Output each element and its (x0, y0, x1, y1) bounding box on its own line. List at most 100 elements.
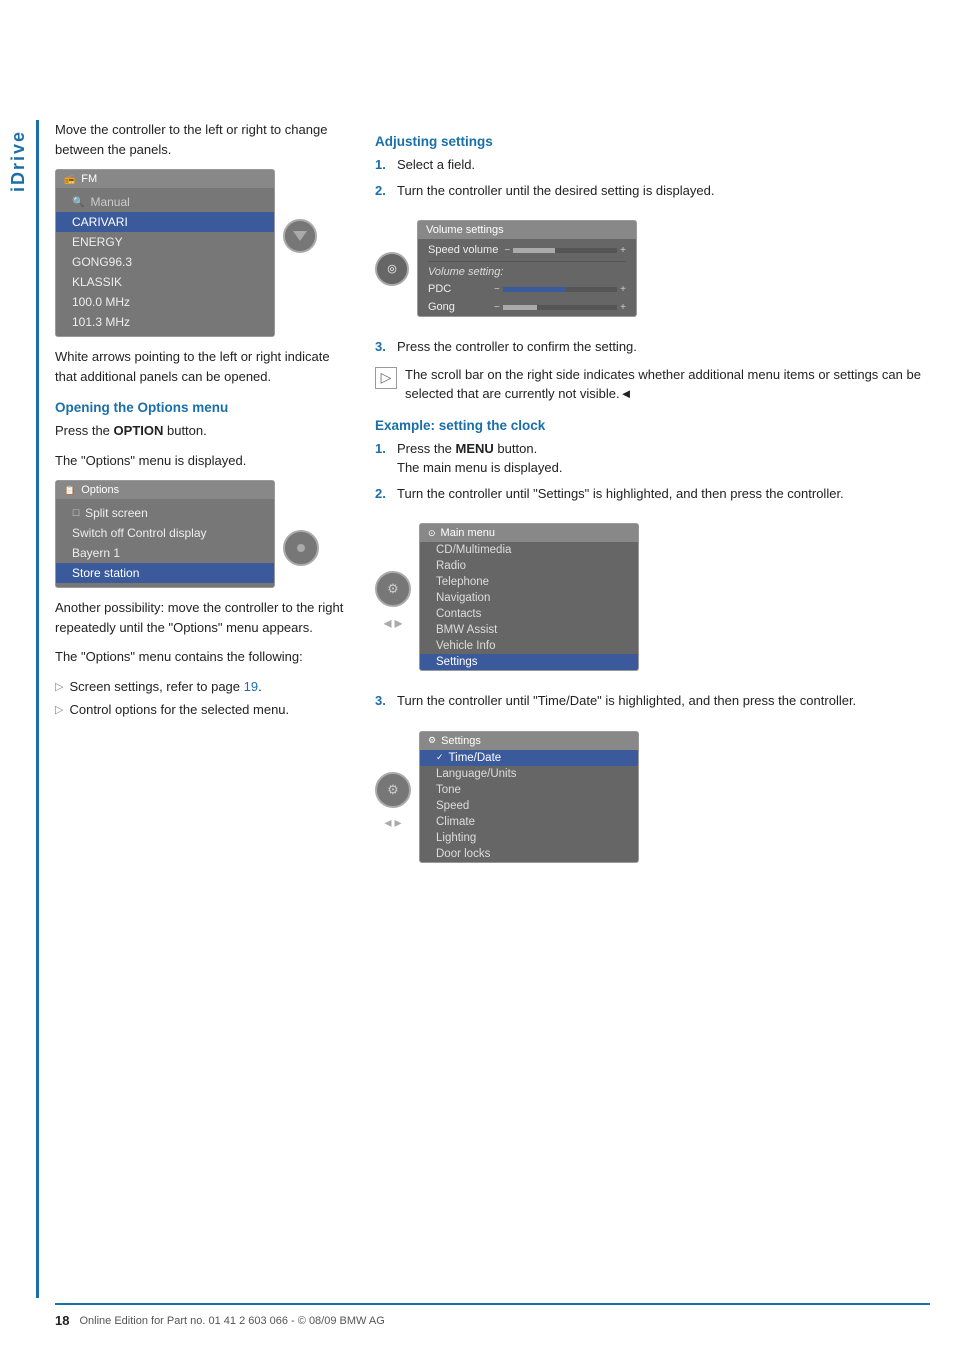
scroll-box-icon: ▷ (375, 367, 397, 389)
options-para1: Press the OPTION button. (55, 421, 345, 441)
volume-controller: ◎ (375, 252, 409, 286)
left-border-bar (36, 120, 39, 1298)
settings-row-timedate: ✓ Time/Date (420, 750, 638, 766)
menu-contacts: Contacts (420, 606, 638, 622)
intro-text: Move the controller to the left or right… (55, 120, 345, 159)
menu-vehicle-info: Vehicle Info (420, 638, 638, 654)
pdc-bar: − + (494, 284, 626, 295)
settings-row-lighting: Lighting (420, 830, 638, 846)
options-icon: 📋 (64, 485, 75, 496)
main-content: Move the controller to the left or right… (55, 0, 930, 883)
example-step-1: 1. Press the MENU button.The main menu i… (375, 439, 930, 478)
white-arrows-text: White arrows pointing to the left or rig… (55, 347, 345, 386)
fm-row-100: 100.0 MHz (56, 292, 274, 312)
volume-setting-label: Volume setting: (418, 264, 636, 280)
right-column: Adjusting settings 1. Select a field. 2.… (375, 120, 930, 883)
idrive-text: iDrive (8, 130, 29, 192)
options-section-title: Opening the Options menu (55, 400, 345, 415)
sidebar-label: iDrive (0, 120, 36, 1298)
bullet-arrow-1: ▷ (55, 679, 63, 696)
main-menu-header-label: Main menu (441, 527, 495, 539)
menu-bold-label: MENU (456, 441, 494, 456)
options-screen-header: 📋 Options (56, 481, 274, 499)
fm-header-label: FM (81, 173, 97, 185)
options-para2: The "Options" menu is displayed. (55, 451, 345, 471)
fm-controller (283, 219, 317, 253)
arrow-down-icon (293, 231, 307, 241)
settings-left-arrow: ◂ (384, 814, 391, 831)
settings-controller-area: ⚙ ◂ ▸ (375, 772, 411, 831)
bullet-item-1: ▷ Screen settings, refer to page 19. (55, 677, 345, 697)
gong-row: Gong − + (418, 298, 636, 316)
speed-bar (513, 248, 617, 253)
example-step-3: 3. Turn the controller until "Time/Date"… (375, 691, 930, 711)
main-menu-screen: ⊙ Main menu CD/Multimedia Radio Telephon… (419, 523, 639, 671)
example-step-1-text: Press the MENU button.The main menu is d… (397, 439, 562, 478)
volume-screen-wrap: ◎ Volume settings Speed volume − + Volum… (375, 210, 930, 327)
adjust-step-3-list: 3. Press the controller to confirm the s… (375, 337, 930, 357)
example-step-3-list: 3. Turn the controller until "Time/Date"… (375, 691, 930, 711)
controller-arrows: ◂ ▸ (383, 613, 402, 633)
option-bold-label: OPTION (114, 423, 164, 438)
settings-row-doorlocks: Door locks (420, 846, 638, 862)
fm-row-carivari: CARIVARI (56, 212, 274, 232)
scroll-note: The scroll bar on the right side indicat… (405, 365, 930, 404)
page-link[interactable]: 19 (244, 679, 258, 694)
right-arrow-icon: ▸ (395, 613, 403, 633)
menu-settings: Settings (420, 654, 638, 670)
settings-icon: ⚙ (428, 735, 436, 746)
footer-text: Online Edition for Part no. 01 41 2 603 … (79, 1315, 384, 1327)
settings-row-speed: Speed (420, 798, 638, 814)
main-menu-header: ⊙ Main menu (420, 524, 638, 542)
options-controller-wrap (283, 510, 319, 566)
fm-icon: 📻 (64, 174, 75, 185)
fm-screen-body: 🔍 Manual CARIVARI ENERGY GONG96.3 KLASSI… (56, 188, 274, 336)
page-number: 18 (55, 1313, 69, 1328)
options-para4: The "Options" menu contains the followin… (55, 647, 345, 667)
speed-volume-bar: − + (504, 245, 626, 256)
fm-row-energy: ENERGY (56, 232, 274, 252)
fm-screen: 📻 FM 🔍 Manual CARIVARI ENERGY GONG96.3 K… (55, 169, 275, 337)
main-menu-controller-area: ⚙ ◂ ▸ (375, 571, 411, 633)
example-section-title: Example: setting the clock (375, 418, 930, 433)
settings-row-language: Language/Units (420, 766, 638, 782)
settings-right-arrow: ▸ (395, 814, 402, 831)
settings-row-climate: Climate (420, 814, 638, 830)
fm-row-manual: 🔍 Manual (56, 192, 274, 212)
menu-navigation: Navigation (420, 590, 638, 606)
volume-screen: Volume settings Speed volume − + Volume … (417, 220, 637, 317)
bullet-text-2: Control options for the selected menu. (69, 700, 289, 720)
menu-cd: CD/Multimedia (420, 542, 638, 558)
options-screen-body: ☐ Split screen Switch off Control displa… (56, 499, 274, 587)
adjust-step-3: 3. Press the controller to confirm the s… (375, 337, 930, 357)
adjust-step-1: 1. Select a field. (375, 155, 930, 175)
menu-radio: Radio (420, 558, 638, 574)
left-arrow-icon: ◂ (383, 613, 391, 633)
options-para3: Another possibility: move the controller… (55, 598, 345, 637)
fm-row-gong: GONG96.3 (56, 252, 274, 272)
options-row-switch: Switch off Control display (56, 523, 274, 543)
pdc-row: PDC − + (418, 280, 636, 298)
settings-screen-wrap: ⚙ ◂ ▸ ⚙ Settings ✓ Time/Date Language/Un… (375, 721, 930, 873)
example-steps-1-2: 1. Press the MENU button.The main menu i… (375, 439, 930, 504)
settings-screen: ⚙ Settings ✓ Time/Date Language/Units To… (419, 731, 639, 863)
settings-row-tone: Tone (420, 782, 638, 798)
menu-bmw-assist: BMW Assist (420, 622, 638, 638)
menu-telephone: Telephone (420, 574, 638, 590)
fm-row-101: 101.3 MHz (56, 312, 274, 332)
main-menu-icon: ⊙ (428, 528, 436, 539)
example-step-2: 2. Turn the controller until "Settings" … (375, 484, 930, 504)
page-footer: 18 Online Edition for Part no. 01 41 2 6… (55, 1303, 930, 1328)
adjust-step-2: 2. Turn the controller until the desired… (375, 181, 930, 201)
settings-screen-header: ⚙ Settings (420, 732, 638, 750)
options-controller (283, 530, 319, 566)
settings-header-label: Settings (441, 735, 481, 747)
speed-volume-row: Speed volume − + (418, 239, 636, 259)
settings-controller: ⚙ (375, 772, 411, 808)
options-header-label: Options (81, 484, 119, 496)
bullet-arrow-2: ▷ (55, 702, 63, 719)
options-screen-wrap: 📋 Options ☐ Split screen Switch off Cont… (55, 480, 345, 588)
fm-screen-wrap: 📻 FM 🔍 Manual CARIVARI ENERGY GONG96.3 K… (55, 169, 345, 337)
fm-screen-header: 📻 FM (56, 170, 274, 188)
fm-controller-wrap (283, 219, 317, 253)
